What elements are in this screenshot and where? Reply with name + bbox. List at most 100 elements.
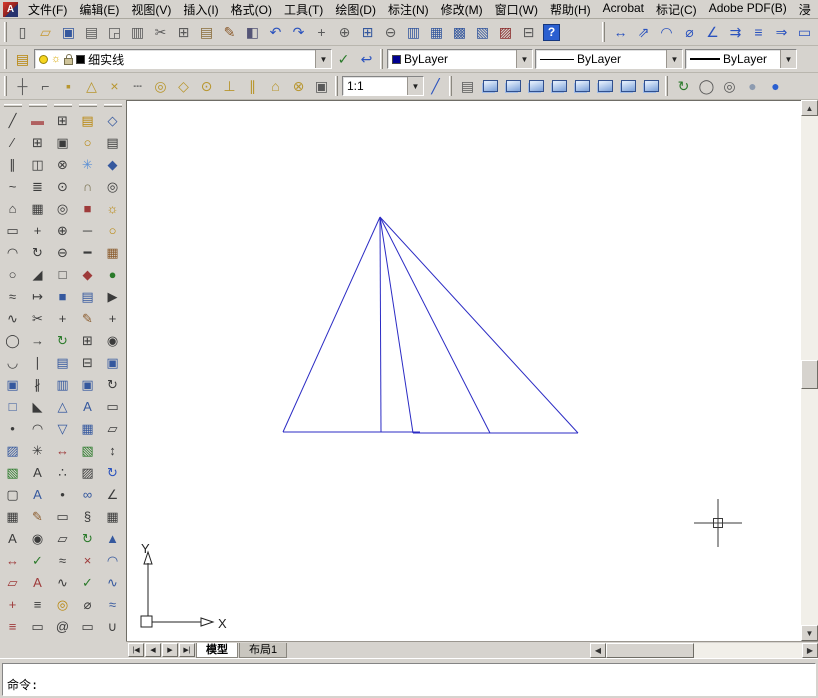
sketch-icon[interactable]: ∿ [52, 572, 73, 593]
point-icon[interactable]: • [2, 418, 23, 439]
shade-gouraud-icon[interactable]: ● [764, 75, 787, 98]
stretch-icon[interactable]: ↦ [27, 286, 48, 307]
group-icon[interactable]: ⊞ [77, 330, 98, 351]
match-layer-icon[interactable]: ✎ [77, 308, 98, 329]
layer-lock-icon[interactable]: ∩ [77, 176, 98, 197]
render-icon[interactable]: ● [102, 264, 123, 285]
sweep-icon[interactable]: ∿ [102, 572, 123, 593]
break-icon[interactable]: ∦ [27, 374, 48, 395]
view-top-icon[interactable] [479, 75, 502, 98]
revcloud2-icon[interactable]: ≈ [52, 550, 73, 571]
area-icon[interactable]: ▱ [2, 572, 23, 593]
dim-aligned-icon[interactable]: ⇗ [632, 21, 655, 44]
dropdown-arrow-icon[interactable]: ▼ [780, 50, 796, 68]
linetype-dropdown[interactable]: ByLayer ▼ [535, 49, 683, 69]
menu-item-11[interactable]: 帮助(H) [544, 0, 597, 19]
chamfer-icon[interactable]: ◣ [27, 396, 48, 417]
tab-layout1[interactable]: 布局1 [239, 642, 288, 658]
snap-tangent-icon[interactable]: ⊙ [195, 75, 218, 98]
vertical-scroll-thumb[interactable] [801, 360, 818, 390]
update-icon[interactable]: ↻ [77, 528, 98, 549]
drawing-canvas[interactable]: Y X [126, 100, 801, 641]
markup-set-manager-icon[interactable]: ▨ [494, 21, 517, 44]
named-views-icon[interactable]: ▤ [456, 75, 479, 98]
layer-freeze-icon[interactable]: ☼ [51, 53, 61, 65]
osnap-settings-icon[interactable]: ▣ [310, 75, 333, 98]
3d-array-icon[interactable]: ▦ [102, 506, 123, 527]
draw-order-above-icon[interactable]: △ [52, 396, 73, 417]
dim-angular-icon[interactable]: ∠ [701, 21, 724, 44]
donut-icon[interactable]: ◎ [52, 594, 73, 615]
draw-order-back-icon[interactable]: ▥ [52, 374, 73, 395]
pan-icon[interactable]: + [52, 308, 73, 329]
field-icon[interactable]: § [77, 506, 98, 527]
zoom-extents-icon[interactable]: ■ [52, 286, 73, 307]
flatshot-icon[interactable]: ▱ [102, 418, 123, 439]
zoom-out-icon[interactable]: ⊖ [52, 242, 73, 263]
sheet-set-manager-icon[interactable]: ▧ [471, 21, 494, 44]
revision-cloud-icon[interactable]: ≈ [2, 286, 23, 307]
limits-icon[interactable]: ▭ [77, 616, 98, 637]
undo-icon[interactable]: ↶ [264, 21, 287, 44]
color-dropdown[interactable]: ByLayer ▼ [387, 49, 533, 69]
tab-prev-icon[interactable]: ◀ [145, 643, 161, 657]
snap-center-icon[interactable]: ◎ [149, 75, 172, 98]
rotate-icon[interactable]: ↻ [27, 242, 48, 263]
edit-text-icon[interactable]: ✎ [27, 506, 48, 527]
zoom-center-icon[interactable]: ⊙ [52, 176, 73, 197]
dropdown-arrow-icon[interactable]: ▼ [666, 50, 682, 68]
material-icon[interactable]: ▦ [102, 242, 123, 263]
layer-on-icon[interactable] [39, 54, 48, 64]
redo-icon[interactable]: ↷ [287, 21, 310, 44]
point-style-icon[interactable]: • [52, 484, 73, 505]
measure-icon[interactable]: ↔ [52, 440, 73, 461]
camera-icon[interactable]: ◎ [102, 176, 123, 197]
explode-icon[interactable]: ✳ [27, 440, 48, 461]
boundary-icon[interactable]: ▭ [52, 506, 73, 527]
command-window[interactable]: 命令: [0, 658, 818, 698]
mtext-icon[interactable]: A [2, 528, 23, 549]
spline-icon[interactable]: ∿ [2, 308, 23, 329]
horizontal-scroll-track[interactable] [606, 642, 802, 658]
toolbar-grip[interactable] [4, 49, 7, 69]
menu-item-13[interactable]: 标记(C) [650, 0, 703, 19]
command-prompt[interactable]: 命令: [7, 678, 811, 693]
sun-properties-icon[interactable]: ○ [102, 220, 123, 241]
view-se-isometric-icon[interactable] [640, 75, 663, 98]
insert-block-icon[interactable]: ▣ [2, 374, 23, 395]
menu-item-10[interactable]: 窗口(W) [489, 0, 544, 19]
spell-icon[interactable]: ✓ [27, 550, 48, 571]
menu-item-14[interactable]: Adobe PDF(B) [703, 0, 793, 19]
quickcalc-icon[interactable]: ⊟ [517, 21, 540, 44]
menu-item-8[interactable]: 标注(N) [382, 0, 435, 19]
light-icon[interactable]: ☼ [102, 198, 123, 219]
union-icon[interactable]: ∪ [102, 616, 123, 637]
properties-icon[interactable]: ▥ [402, 21, 425, 44]
toolbar-grip[interactable] [53, 104, 72, 107]
color-control-icon[interactable]: ◆ [77, 264, 98, 285]
layer-previous-icon[interactable]: ↩ [355, 48, 378, 71]
dropdown-arrow-icon[interactable]: ▼ [315, 50, 331, 68]
distance-icon[interactable]: ↔ [2, 550, 23, 571]
toolbar-grip[interactable] [4, 76, 7, 96]
region-icon[interactable]: ▢ [2, 484, 23, 505]
menu-item-12[interactable]: Acrobat [597, 0, 650, 19]
text-icon[interactable]: A [27, 462, 48, 483]
save-icon[interactable]: ▣ [57, 21, 80, 44]
ungroup-icon[interactable]: ⊟ [77, 352, 98, 373]
view-bottom-icon[interactable] [502, 75, 525, 98]
erase-icon[interactable]: ▬ [27, 110, 48, 131]
plot-preview-icon[interactable]: ◲ [103, 21, 126, 44]
steering-icon[interactable]: ◉ [102, 330, 123, 351]
layer-properties-manager-icon[interactable]: ▤ [11, 48, 34, 71]
offset-icon[interactable]: ≣ [27, 176, 48, 197]
draw-order-front-icon[interactable]: ▤ [52, 352, 73, 373]
scale-object-icon[interactable]: ◢ [27, 264, 48, 285]
triangle-drawing[interactable] [282, 216, 579, 434]
rectangle-icon[interactable]: ▭ [2, 220, 23, 241]
attribute-icon[interactable]: A [77, 396, 98, 417]
view-left-icon[interactable] [525, 75, 548, 98]
helix-icon[interactable]: @ [52, 616, 73, 637]
vertical-scrollbar[interactable]: ▲ ▼ [801, 100, 818, 641]
motion-icon[interactable]: ▶ [102, 286, 123, 307]
